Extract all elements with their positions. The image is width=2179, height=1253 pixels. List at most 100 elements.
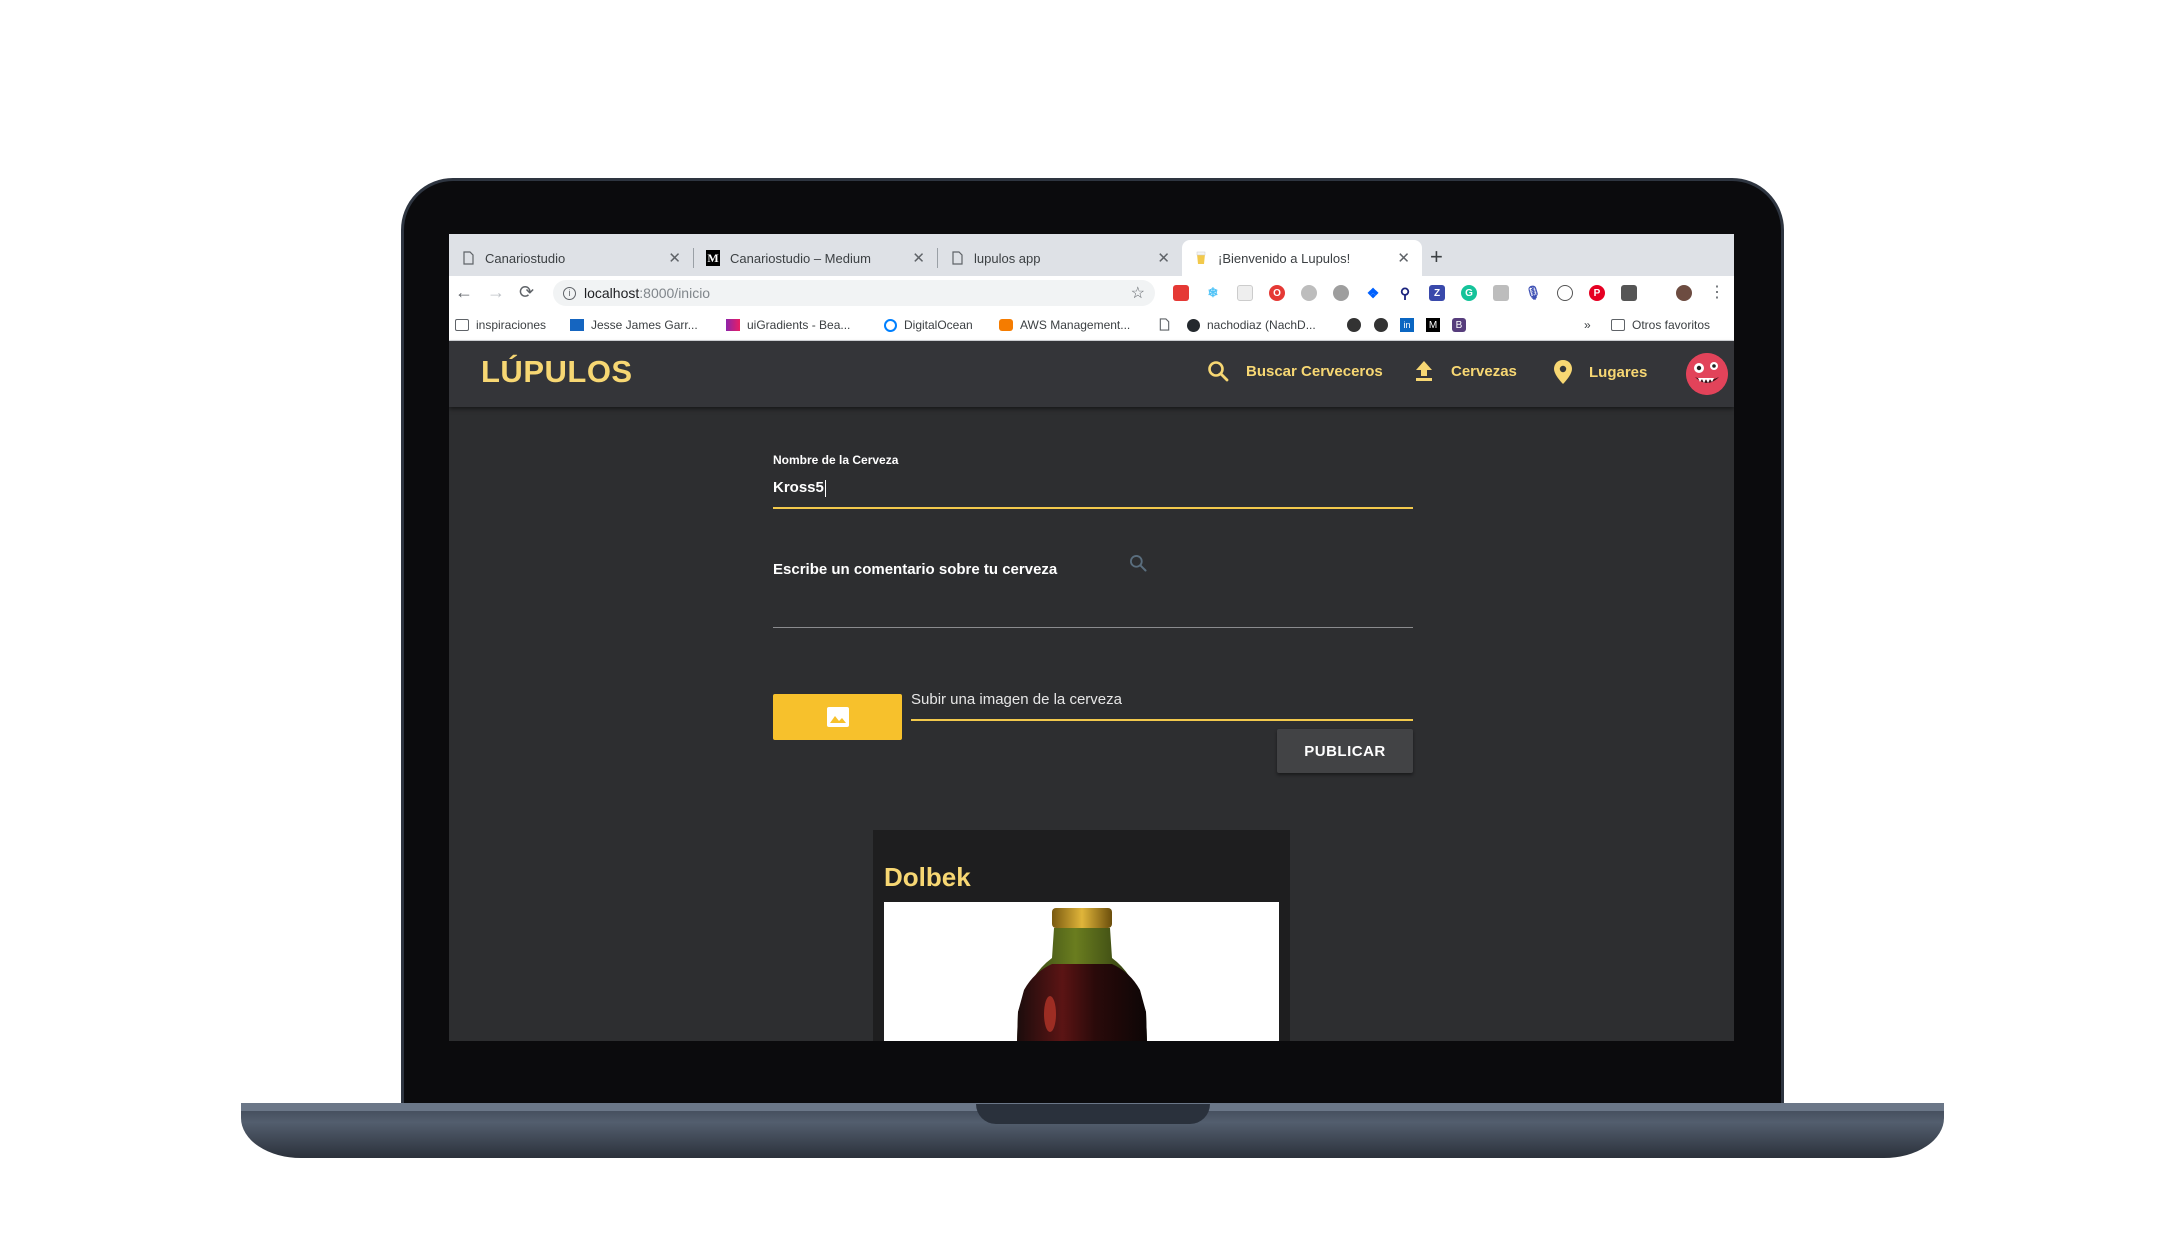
user-avatar[interactable] xyxy=(1686,353,1728,395)
bookmark-icon[interactable] xyxy=(1347,318,1361,332)
search-icon xyxy=(1128,553,1148,578)
extension-icon[interactable] xyxy=(1333,285,1349,301)
bookmark-item[interactable]: inspiraciones xyxy=(455,318,546,332)
grammarly-icon[interactable]: G xyxy=(1461,285,1477,301)
beer-card[interactable]: Dolbek xyxy=(873,830,1290,1041)
page-icon xyxy=(461,250,475,266)
publish-button[interactable]: PUBLICAR xyxy=(1277,729,1413,773)
tab-title: lupulos app xyxy=(974,250,1041,266)
extension-icon[interactable]: O xyxy=(1269,285,1285,301)
bookmark-item[interactable]: DigitalOcean xyxy=(884,318,973,332)
comment-underline xyxy=(773,627,1413,628)
lupulos-app: LÚPULOS Buscar Cerveceros Cervezas Lugar… xyxy=(449,341,1734,1041)
bookmark-item[interactable]: Jesse James Garr... xyxy=(570,318,698,332)
close-icon[interactable]: ✕ xyxy=(912,249,925,267)
close-icon[interactable]: ✕ xyxy=(668,249,681,267)
bookmark-label: inspiraciones xyxy=(476,318,547,332)
address-bar[interactable]: i localhost:8000/inicio ☆ xyxy=(553,280,1155,306)
app-logo[interactable]: LÚPULOS xyxy=(481,354,633,390)
aws-icon xyxy=(999,319,1013,331)
pinterest-icon[interactable]: P xyxy=(1589,285,1605,301)
beer-icon xyxy=(1194,250,1208,266)
bookmark-label: Otros favoritos xyxy=(1632,318,1711,332)
bookmark-label: uiGradients - Bea... xyxy=(747,318,851,332)
upload-image-button[interactable] xyxy=(773,694,902,740)
menu-dots-icon[interactable]: ⋮ xyxy=(1709,282,1725,302)
nav-places[interactable]: Lugares xyxy=(1553,359,1647,385)
bookmarks-overflow[interactable]: » xyxy=(1584,318,1591,332)
app-header: LÚPULOS Buscar Cerveceros Cervezas Lugar… xyxy=(449,341,1734,407)
info-icon[interactable]: i xyxy=(563,286,576,300)
location-pin-icon xyxy=(1554,360,1572,384)
browser-tab-bar: Canariostudio ✕ M Canariostudio – Medium… xyxy=(449,234,1734,276)
digitalocean-icon xyxy=(884,318,897,332)
bookmark-star-icon[interactable]: ☆ xyxy=(1131,283,1145,303)
site-icon xyxy=(570,319,584,331)
medium-icon[interactable]: M xyxy=(1426,318,1440,332)
beer-name-label: Nombre de la Cerveza xyxy=(773,453,899,467)
github-icon xyxy=(1187,318,1200,332)
extension-icon[interactable]: Z xyxy=(1429,285,1445,301)
laptop-notch xyxy=(976,1104,1210,1124)
bookmark-label: » xyxy=(1584,318,1591,332)
nav-label: Cervezas xyxy=(1451,362,1517,380)
reload-icon[interactable]: ⟳ xyxy=(519,282,534,303)
beer-name-input[interactable]: Kross5 xyxy=(773,479,826,497)
tab-title: ¡Bienvenido a Lupulos! xyxy=(1218,250,1351,266)
linkedin-icon[interactable]: in xyxy=(1400,318,1414,332)
extension-icon[interactable] xyxy=(1557,285,1573,301)
beer-name-value: Kross5 xyxy=(773,479,824,496)
extension-icon[interactable] xyxy=(1493,285,1509,301)
upload-image-label: Subir una imagen de la cerveza xyxy=(911,691,1122,708)
extension-icon[interactable]: ❄ xyxy=(1205,285,1221,301)
beer-card-title: Dolbek xyxy=(884,862,971,892)
image-icon xyxy=(826,707,849,727)
new-tab-button[interactable]: + xyxy=(1430,244,1443,270)
tab-title: Canariostudio – Medium xyxy=(730,250,871,266)
tab-title: Canariostudio xyxy=(485,250,566,266)
folder-icon xyxy=(1611,319,1625,331)
beer-bottle-image xyxy=(884,902,1279,1041)
bookmark-item[interactable]: AWS Management... xyxy=(999,318,1130,332)
bookmark-label: AWS Management... xyxy=(1020,318,1131,332)
page-icon[interactable] xyxy=(1159,318,1170,331)
bookmark-label: DigitalOcean xyxy=(904,318,973,332)
bootstrap-icon[interactable]: B xyxy=(1452,318,1466,332)
upload-icon xyxy=(1416,361,1432,381)
browser-tab[interactable]: lupulos app ✕ xyxy=(938,240,1182,276)
upload-underline xyxy=(911,719,1413,721)
extension-icon[interactable] xyxy=(1301,285,1317,301)
close-icon[interactable]: ✕ xyxy=(1157,249,1170,267)
close-icon[interactable]: ✕ xyxy=(1397,249,1410,267)
bookmark-item[interactable]: uiGradients - Bea... xyxy=(726,318,850,332)
nav-search-brewers[interactable]: Buscar Cerveceros xyxy=(1206,359,1383,383)
url-path: :8000/inicio xyxy=(639,285,711,301)
text-caret xyxy=(824,479,826,497)
dropbox-icon[interactable]: ❖ xyxy=(1365,285,1381,301)
extension-icon[interactable] xyxy=(1621,285,1637,301)
bookmark-item[interactable]: Otros favoritos xyxy=(1611,318,1710,332)
bookmark-icon[interactable] xyxy=(1374,318,1388,332)
extension-icon[interactable] xyxy=(1237,285,1253,301)
folder-icon xyxy=(455,319,469,331)
bookmarks-bar: inspiraciones Jesse James Garr... uiGrad… xyxy=(449,310,1734,341)
browser-toolbar: ← → ⟳ i localhost:8000/inicio ☆ ❄ O ❖ ⚲ … xyxy=(449,276,1734,310)
medium-icon: M xyxy=(706,250,720,266)
forward-icon[interactable]: → xyxy=(487,282,505,303)
browser-tab[interactable]: M Canariostudio – Medium ✕ xyxy=(694,240,937,276)
profile-avatar-icon[interactable] xyxy=(1676,285,1692,301)
extension-icon[interactable]: ⚲ xyxy=(1397,285,1413,301)
nav-beers[interactable]: Cervezas xyxy=(1413,359,1517,383)
url-host: localhost xyxy=(584,285,640,301)
comment-textarea[interactable]: Escribe un comentario sobre tu cerveza xyxy=(773,561,1057,578)
nav-label: Buscar Cerveceros xyxy=(1246,362,1383,380)
bookmark-item[interactable]: nachodiaz (NachD... xyxy=(1187,318,1316,332)
browser-tab[interactable]: Canariostudio ✕ xyxy=(449,240,693,276)
back-icon[interactable]: ← xyxy=(455,282,473,303)
site-icon xyxy=(726,319,740,331)
bookmark-label: Jesse James Garr... xyxy=(591,318,698,332)
microphone-icon[interactable]: 🎙 xyxy=(1525,285,1541,301)
browser-tab-active[interactable]: ¡Bienvenido a Lupulos! ✕ xyxy=(1182,240,1422,276)
extension-icon[interactable] xyxy=(1173,285,1189,301)
nav-label: Lugares xyxy=(1589,363,1648,381)
